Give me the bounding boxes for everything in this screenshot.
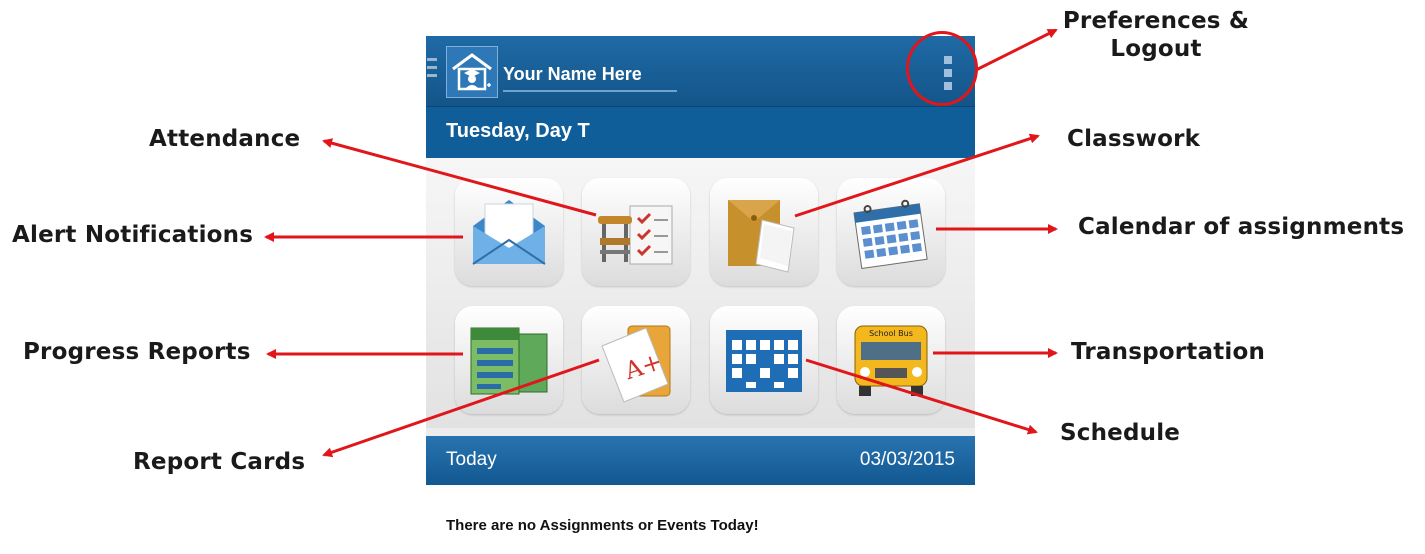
callout-alert-notifications: Alert Notifications (12, 222, 254, 248)
calendar-tile[interactable] (837, 178, 945, 286)
progress-reports-tile[interactable] (455, 306, 563, 414)
attendance-tile[interactable] (582, 178, 690, 286)
alert-notifications-tile[interactable] (455, 178, 563, 286)
empty-events-message: There are no Assignments or Events Today… (446, 517, 759, 534)
classwork-tile[interactable] (710, 178, 818, 286)
folder-paper-icon (728, 200, 795, 273)
reports-icon (470, 327, 548, 395)
today-bar: Today 03/03/2015 (426, 436, 975, 485)
module-grid: A+ School Bus (426, 158, 975, 428)
callout-report-cards: Report Cards (133, 449, 306, 475)
report-cards-tile[interactable]: A+ (582, 306, 690, 414)
transportation-tile[interactable]: School Bus (837, 306, 945, 414)
callout-progress-reports: Progress Reports (23, 339, 251, 365)
desk-checklist-icon (598, 205, 673, 265)
callout-calendar: Calendar of assignments (1078, 214, 1405, 240)
callout-transportation: Transportation (1071, 339, 1266, 365)
drawer-handle-icon[interactable] (427, 58, 437, 80)
callout-attendance: Attendance (149, 126, 301, 152)
schedule-grid-icon (726, 330, 802, 392)
day-bar: Tuesday, Day T (426, 106, 975, 159)
school-bus-icon: School Bus (854, 325, 928, 396)
report-card-icon: A+ (601, 325, 671, 403)
app-header: Your Name Here (426, 36, 975, 106)
calendar-icon (853, 199, 928, 269)
today-date: 03/03/2015 (859, 449, 955, 470)
envelope-icon (472, 200, 546, 265)
callout-preferences: Preferences & Logout (1054, 8, 1258, 63)
arrow-preferences (975, 28, 1058, 72)
app-screen: Your Name Here Tuesday, Day T A+ School … (426, 36, 975, 485)
callout-classwork: Classwork (1067, 126, 1201, 152)
callout-preferences-line1: Preferences & (1062, 8, 1250, 34)
today-label: Today (446, 449, 497, 470)
day-title: Tuesday, Day T (446, 120, 590, 142)
highlight-circle (906, 31, 978, 106)
schedule-tile[interactable] (710, 306, 818, 414)
app-logo-icon[interactable] (446, 46, 498, 98)
callout-schedule: Schedule (1060, 420, 1181, 446)
bus-sign: School Bus (869, 329, 913, 338)
user-name[interactable]: Your Name Here (503, 63, 677, 92)
callout-preferences-line2: Logout (1110, 35, 1202, 62)
